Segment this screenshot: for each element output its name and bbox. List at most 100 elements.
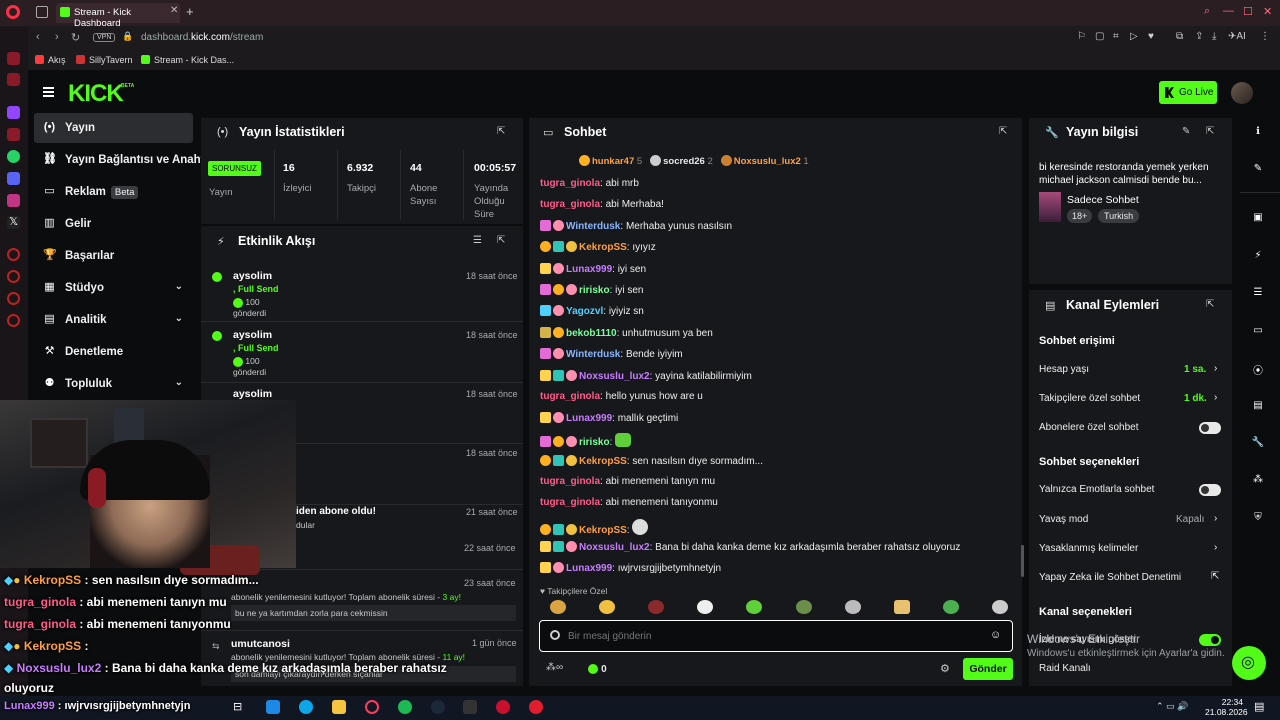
bookmark-kick[interactable]: Stream - Kick Das... <box>154 55 234 65</box>
pencil-icon[interactable]: ✎ <box>1251 163 1265 177</box>
tab-menu-icon[interactable] <box>36 6 48 18</box>
forward-icon[interactable]: › <box>55 31 59 43</box>
sidebar-item-yayin[interactable]: (•) Yayın <box>34 113 193 143</box>
tab-close-icon[interactable]: ✕ <box>170 5 178 16</box>
raid-channel-label[interactable]: Raid Kanalı <box>1039 663 1091 674</box>
tray-icons[interactable]: ⌃ ▭ 🔊 <box>1156 701 1188 712</box>
top-gifter-name[interactable]: Noxsuslu_lux2 <box>734 156 801 167</box>
reload-icon[interactable]: ↻ <box>71 31 80 44</box>
maximize-icon[interactable]: ☐ <box>1243 5 1253 18</box>
chat-username[interactable]: tugra_ginola <box>540 497 600 508</box>
sidebar-item-analitik[interactable]: ▤ Analitik ⌄ <box>34 305 193 335</box>
info-icon[interactable]: ℹ <box>1251 126 1265 140</box>
clock-icon[interactable] <box>7 270 20 283</box>
chat-username[interactable]: Noxsuslu_lux2 <box>579 371 650 382</box>
clock[interactable]: 22:34 21.08.2026 <box>1205 697 1248 717</box>
new-tab-icon[interactable]: + <box>186 4 194 19</box>
chat-username[interactable]: tugra_ginola <box>540 199 600 210</box>
slow-mode-value[interactable]: Kapalı <box>1176 514 1204 525</box>
crop-icon[interactable]: ⌗ <box>1113 31 1123 42</box>
chat-username[interactable]: Lunax999 <box>566 264 612 275</box>
emote-icon[interactable] <box>991 600 1008 614</box>
activity-icon[interactable]: ⚡ <box>1251 250 1265 264</box>
chat-username[interactable]: ririsko <box>579 285 610 296</box>
extensions-icon[interactable]: ⧉ <box>1176 31 1186 42</box>
chat-username[interactable]: Noxsuslu_lux2 <box>579 542 650 553</box>
emote-icon[interactable] <box>844 600 861 614</box>
top-gifter-name[interactable]: socred26 <box>663 156 705 167</box>
chevron-right-icon[interactable]: › <box>1214 513 1217 524</box>
sidebar-item-stream-key[interactable]: ⛓ Yayın Bağlantısı ve Anahtarı <box>34 145 204 175</box>
emote-icon[interactable] <box>893 600 910 614</box>
avatar[interactable] <box>1231 82 1253 104</box>
emoji-picker-icon[interactable]: ☺ <box>990 629 1001 641</box>
notification-icon[interactable]: ▤ <box>1254 700 1264 713</box>
tag-language[interactable]: Turkish <box>1098 209 1140 223</box>
chat-username[interactable]: KekropSS <box>579 525 627 536</box>
browser-tab[interactable]: Stream - Kick Dashboard <box>56 3 180 29</box>
close-window-icon[interactable]: ✕ <box>1263 5 1272 18</box>
emote-icon[interactable] <box>697 600 714 614</box>
youtube-icon[interactable] <box>529 700 543 714</box>
chat-username[interactable]: Winterdusk <box>566 349 620 360</box>
broadcast-toolbar-icon[interactable]: ⦿ <box>1251 362 1265 377</box>
sidebar-item-denetleme[interactable]: ⚒ Denetleme <box>34 337 193 367</box>
infinity-icon[interactable]: ⁂∞ <box>546 662 563 673</box>
send-button[interactable]: Gönder <box>963 658 1013 680</box>
hamburger-icon[interactable] <box>43 87 54 89</box>
spotify-icon[interactable] <box>398 700 412 714</box>
chat-toolbar-icon[interactable]: ▭ <box>1251 325 1265 339</box>
discord-icon[interactable] <box>7 172 20 185</box>
heart-icon[interactable]: ♥ <box>1148 31 1158 42</box>
sidebar-item-basarilar[interactable]: 🏆 Başarılar <box>34 241 193 271</box>
vpn-badge[interactable]: VPN <box>93 33 116 42</box>
ai-moderation-label[interactable]: Yapay Zeka ile Sohbet Denetimi <box>1039 572 1181 583</box>
popout-icon[interactable]: ⇱ <box>1206 126 1214 137</box>
chevron-right-icon[interactable]: › <box>1214 392 1217 403</box>
opera-logo-icon[interactable] <box>6 5 20 19</box>
chevron-right-icon[interactable]: › <box>1214 363 1217 374</box>
external-link-icon[interactable]: ⇱ <box>1211 571 1219 582</box>
twitch-icon[interactable] <box>7 106 20 119</box>
sidebar-percent-icon[interactable] <box>7 128 20 141</box>
emote-icon[interactable] <box>795 600 812 614</box>
opera-taskbar-icon[interactable] <box>365 700 379 714</box>
shield-icon[interactable]: ⛨ <box>1251 512 1265 526</box>
top-gifter-name[interactable]: hunkar47 <box>592 156 634 167</box>
filter-icon[interactable]: ☰ <box>473 235 482 246</box>
sidebar-aria-icon[interactable] <box>7 52 20 65</box>
popout-icon[interactable]: ⇱ <box>497 126 505 137</box>
bookmark-icon[interactable]: ⚐ <box>1077 31 1087 42</box>
epic-icon[interactable] <box>463 700 477 714</box>
emote-icon[interactable] <box>599 600 616 614</box>
whatsapp-icon[interactable] <box>7 150 20 163</box>
kicks-counter[interactable]: 0 <box>588 663 607 675</box>
chevron-right-icon[interactable]: › <box>1214 542 1217 553</box>
sidebar-cube-icon[interactable] <box>7 292 20 305</box>
banned-words-label[interactable]: Yasaklanmış kelimeler <box>1039 543 1138 554</box>
sidebar-item-studyo[interactable]: ▦ Stüdyo ⌄ <box>34 273 193 303</box>
download-icon[interactable]: ⤓ <box>1212 31 1222 42</box>
edge-icon[interactable] <box>299 700 313 714</box>
category-name[interactable]: Sadece Sohbet <box>1067 194 1139 206</box>
list-icon[interactable]: ☰ <box>1251 287 1265 301</box>
popout-icon[interactable]: ⇱ <box>999 126 1007 137</box>
back-icon[interactable]: ‹ <box>36 31 40 43</box>
chat-username[interactable]: ririsko <box>579 437 610 448</box>
mod-toolbar-icon[interactable]: ▤ <box>1251 400 1265 414</box>
x-icon[interactable]: 𝕏 <box>7 216 20 229</box>
chat-username[interactable]: Lunax999 <box>566 563 612 574</box>
snapshot-icon[interactable]: ▢ <box>1095 31 1105 42</box>
kick-logo[interactable]: KICK <box>68 80 124 108</box>
wrench-toolbar-icon[interactable]: 🔧 <box>1251 437 1265 451</box>
category-thumbnail[interactable] <box>1039 192 1061 222</box>
popout-icon[interactable]: ⇱ <box>497 235 505 246</box>
chat-username[interactable]: Yagozvl <box>566 306 603 317</box>
explorer-icon[interactable] <box>332 700 346 714</box>
chat-username[interactable]: KekropSS <box>579 456 627 467</box>
account-age-value[interactable]: 1 sa. <box>1184 364 1206 375</box>
tag-18[interactable]: 18+ <box>1067 209 1093 223</box>
community-toolbar-icon[interactable]: ⁂ <box>1251 474 1265 488</box>
ai-button[interactable]: ✈AI <box>1228 31 1252 42</box>
share-icon[interactable]: ⇪ <box>1195 31 1205 42</box>
